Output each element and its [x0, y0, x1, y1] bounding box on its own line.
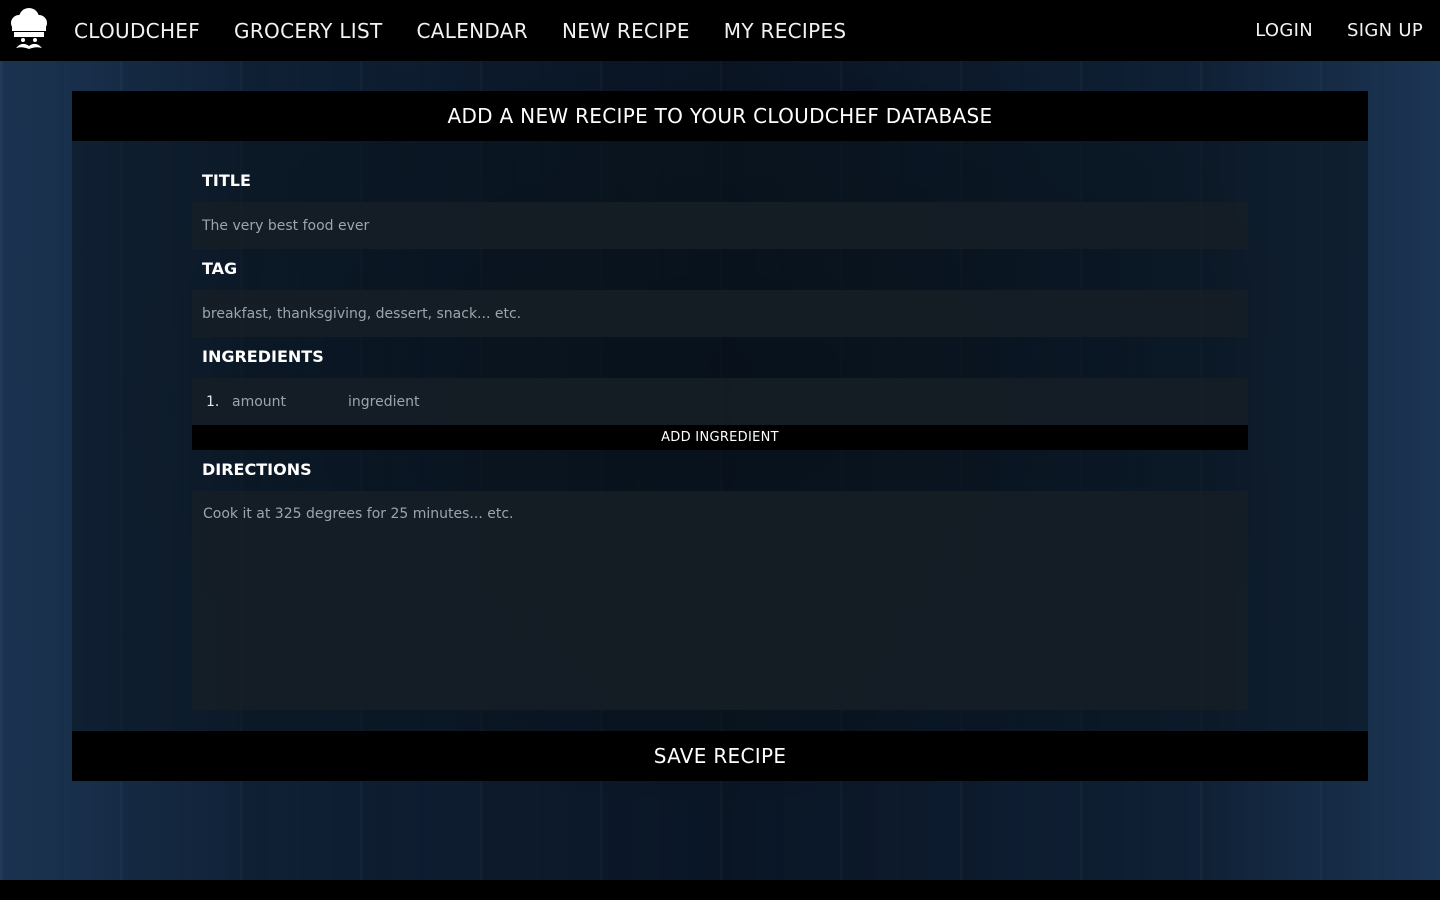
- main-nav: CLOUDCHEF GROCERY LIST CALENDAR NEW RECI…: [57, 0, 863, 61]
- tag-input[interactable]: breakfast, thanksgiving, dessert, snack.…: [192, 290, 1248, 337]
- nav-my-recipes[interactable]: MY RECIPES: [707, 19, 864, 43]
- save-recipe-button[interactable]: SAVE RECIPE: [72, 731, 1368, 781]
- ingredient-number: 1.: [206, 393, 220, 410]
- auth-nav: LOGIN SIGN UP: [1238, 0, 1440, 61]
- nav-new-recipe[interactable]: NEW RECIPE: [545, 19, 707, 43]
- ingredient-amount-input[interactable]: amount: [232, 394, 348, 410]
- directions-textarea[interactable]: Cook it at 325 degrees for 25 minutes...…: [192, 491, 1248, 710]
- title-input[interactable]: The very best food ever: [192, 202, 1248, 249]
- chef-hat-mustache-icon[interactable]: [8, 8, 50, 52]
- title-label: TITLE: [202, 171, 251, 190]
- tag-label: TAG: [202, 259, 238, 278]
- ingredient-name-input[interactable]: ingredient: [348, 394, 419, 410]
- signup-link[interactable]: SIGN UP: [1330, 20, 1440, 41]
- nav-calendar[interactable]: CALENDAR: [400, 19, 545, 43]
- ingredients-label: INGREDIENTS: [202, 347, 324, 366]
- nav-grocery-list[interactable]: GROCERY LIST: [217, 19, 399, 43]
- directions-label: DIRECTIONS: [202, 460, 312, 479]
- panel-header: ADD A NEW RECIPE TO YOUR CLOUDCHEF DATAB…: [72, 91, 1368, 141]
- footer-bar: [0, 880, 1440, 900]
- add-ingredient-button[interactable]: ADD INGREDIENT: [192, 425, 1248, 450]
- ingredient-row: 1. amount ingredient: [192, 378, 1248, 425]
- nav-brand-link[interactable]: CLOUDCHEF: [57, 19, 217, 43]
- navbar: CLOUDCHEF GROCERY LIST CALENDAR NEW RECI…: [0, 0, 1440, 61]
- login-link[interactable]: LOGIN: [1238, 20, 1330, 41]
- new-recipe-panel: ADD A NEW RECIPE TO YOUR CLOUDCHEF DATAB…: [72, 91, 1368, 781]
